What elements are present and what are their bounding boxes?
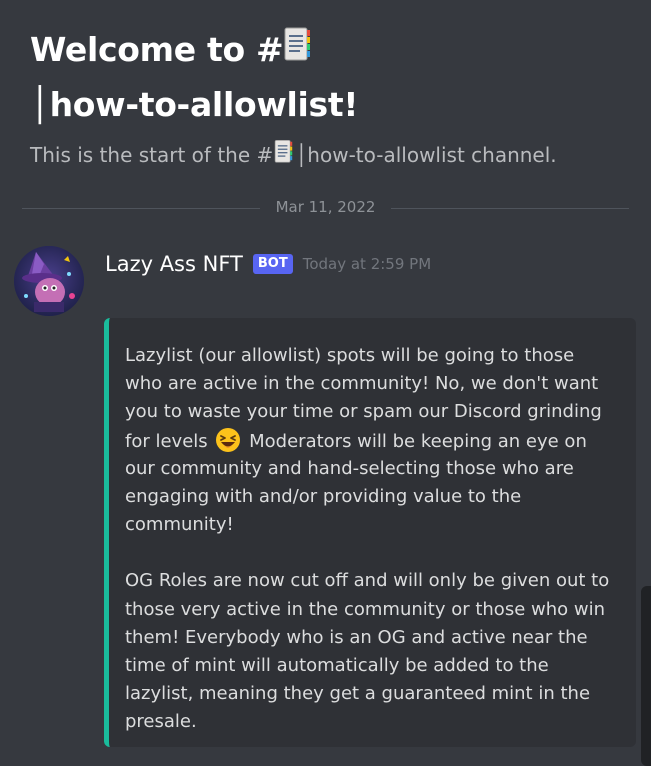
channel-start-text: This is the start of the # │how-to-allow… — [30, 139, 630, 173]
start-prefix: This is the start of the # — [30, 143, 274, 167]
embed-paragraph-2: OG Roles are now cut off and will only b… — [125, 567, 624, 736]
embed-line: engaging with and/or providing value to … — [125, 485, 522, 507]
channel-welcome: Welcome to # │how-to-allowlist! This is … — [30, 24, 630, 173]
date-divider-label: Mar 11, 2022 — [259, 198, 392, 216]
laughing-emoji-icon[interactable] — [215, 427, 241, 453]
bot-badge: BOT — [252, 254, 293, 274]
welcome-channel-name: │how-to-allowlist! — [30, 85, 359, 124]
scrollbar[interactable] — [641, 586, 651, 766]
memo-icon — [273, 139, 295, 173]
embed-line: OG Roles are now cut off and will only b… — [125, 570, 610, 592]
message-embed: Lazylist (our allowlist) spots will be g… — [104, 318, 636, 747]
embed-line: lazylist, meaning they get a guaranteed … — [125, 683, 591, 705]
message-header: Lazy Ass NFT BOT Today at 2:59 PM — [105, 252, 431, 276]
embed-paragraph-1: Lazylist (our allowlist) spots will be g… — [125, 342, 624, 539]
start-suffix: │how-to-allowlist channel. — [295, 143, 557, 167]
embed-line: our community and hand-selecting those w… — [125, 457, 574, 479]
message-timestamp: Today at 2:59 PM — [302, 255, 432, 273]
embed-line: Lazylist (our allowlist) spots will be g… — [125, 345, 575, 366]
embed-line: community! — [125, 514, 234, 536]
embed-line: who are active in the community! No, we … — [125, 373, 599, 395]
author-name[interactable]: Lazy Ass NFT — [105, 252, 243, 276]
date-divider: Mar 11, 2022 — [0, 198, 651, 216]
wizard-avatar[interactable] — [14, 246, 84, 316]
welcome-prefix: Welcome to # — [30, 30, 284, 69]
embed-line-prefix: for levels — [125, 430, 208, 452]
embed-line: presale. — [125, 711, 197, 733]
welcome-title: Welcome to # │how-to-allowlist! — [30, 24, 630, 131]
embed-line: for levels Moderators will be keeping an… — [125, 427, 624, 455]
embed-line: them! Everybody who is an OG and active … — [125, 626, 588, 648]
embed-line: time of mint will automatically be added… — [125, 654, 549, 676]
memo-icon — [283, 26, 313, 79]
embed-line-suffix: Moderators will be keeping an eye on — [249, 430, 587, 452]
embed-line: those very active in the community or th… — [125, 598, 605, 620]
embed-line: you to waste your time or spam our Disco… — [125, 401, 602, 423]
